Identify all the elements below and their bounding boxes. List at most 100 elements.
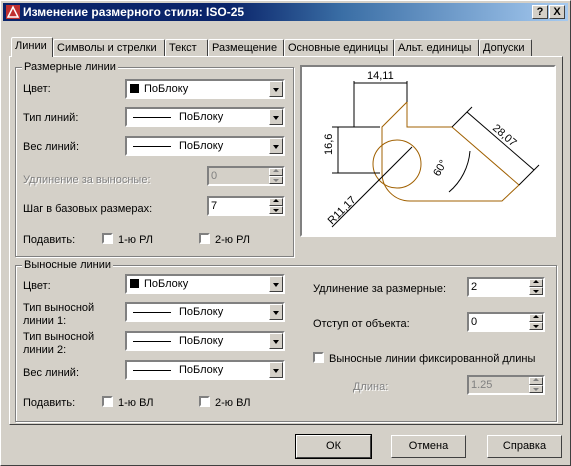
- angle-arc: [448, 150, 471, 193]
- ext-linetype1-select[interactable]: ПоБлоку: [125, 302, 285, 322]
- select-value: ПоБлоку: [144, 278, 189, 290]
- color-swatch: [130, 279, 139, 288]
- ok-button[interactable]: ОК: [295, 434, 372, 459]
- ext-lineweight-select[interactable]: ПоБлоку: [125, 360, 285, 380]
- tab-alt-units[interactable]: Альт. единицы: [394, 39, 479, 56]
- spinner-value: 2: [471, 281, 478, 293]
- ext-suppress-label: Подавить:: [23, 397, 76, 409]
- ext-linetype2-label-b: линии 2:: [23, 344, 67, 356]
- window-title: Изменение размерного стиля: ISO-25: [23, 5, 245, 19]
- suppress-ext-line1-label: 1-ю ВЛ: [118, 397, 154, 409]
- ext-linetype2-label-a: Тип выносной: [23, 331, 95, 343]
- line-sample: [133, 146, 171, 147]
- tab-label: Допуски: [483, 42, 525, 54]
- ext-offset-spinner[interactable]: 0: [467, 312, 545, 332]
- chevron-down-icon[interactable]: [269, 333, 283, 349]
- group-title: Размерные линии: [22, 61, 118, 73]
- dim-extend-spinner: 0: [207, 166, 285, 186]
- ext-extend-label: Удлинение за размерные:: [313, 283, 447, 295]
- chevron-down-icon[interactable]: [269, 109, 283, 125]
- tab-tolerances[interactable]: Допуски: [479, 39, 532, 56]
- spinner-value: 0: [471, 316, 478, 328]
- tab-fit[interactable]: Размещение: [208, 39, 284, 56]
- preview-circle: [372, 139, 422, 189]
- ext-extend-spinner[interactable]: 2: [467, 277, 545, 297]
- close-title-button[interactable]: X: [549, 5, 565, 19]
- spin-up-icon: [529, 377, 543, 385]
- ext-line: [518, 164, 540, 186]
- spin-down-icon[interactable]: [529, 322, 543, 330]
- dimension-preview: 14,11 16,6 28,07 60° R11,17: [300, 65, 556, 237]
- group-title: Выносные линии: [22, 259, 114, 271]
- line-sample: [133, 370, 171, 371]
- chevron-down-icon[interactable]: [269, 304, 283, 320]
- ext-offset-label: Отступ от объекта:: [313, 318, 410, 330]
- spinner-value: 1.25: [471, 379, 493, 391]
- ext-color-select[interactable]: ПоБлоку: [125, 274, 285, 294]
- chevron-down-icon[interactable]: [269, 81, 283, 97]
- help-title-button[interactable]: ?: [532, 5, 548, 19]
- suppress-ext-line2-label: 2-ю ВЛ: [215, 397, 251, 409]
- suppress-dim-line2-checkbox[interactable]: [199, 233, 210, 244]
- tab-symbols-arrows[interactable]: Символы и стрелки: [53, 39, 165, 56]
- dim-color-select[interactable]: ПоБлоку: [125, 79, 285, 99]
- preview-dim-angle: 60°: [431, 158, 450, 178]
- suppress-ext-line1-checkbox[interactable]: [102, 396, 113, 407]
- spinner-value: 7: [211, 200, 218, 212]
- select-value: ПоБлоку: [179, 140, 224, 152]
- select-value: ПоБлоку: [179, 306, 224, 318]
- preview-drawing: 14,11 16,6 28,07 60° R11,17: [323, 70, 540, 228]
- tab-lines[interactable]: Линии: [11, 37, 53, 57]
- dim-line-right: [466, 111, 535, 171]
- suppress-dim-line1-label: 1-ю РЛ: [118, 234, 154, 246]
- tab-label: Символы и стрелки: [57, 42, 157, 54]
- help-button[interactable]: Справка: [487, 435, 562, 458]
- line-sample: [133, 117, 171, 118]
- spin-down-icon[interactable]: [269, 206, 283, 214]
- chevron-down-icon[interactable]: [269, 362, 283, 378]
- ext-line: [451, 106, 473, 128]
- select-value: ПоБлоку: [179, 335, 224, 347]
- select-value: ПоБлоку: [144, 83, 189, 95]
- preview-dim-radius: R11,17: [326, 194, 359, 227]
- dim-suppress-label: Подавить:: [23, 234, 76, 246]
- dim-linetype-select[interactable]: ПоБлоку: [125, 107, 285, 127]
- tab-label: Альт. единицы: [398, 42, 472, 54]
- cancel-button[interactable]: Отмена: [391, 435, 466, 458]
- suppress-ext-line2-checkbox[interactable]: [199, 396, 210, 407]
- dim-lineweight-label: Вес линий:: [23, 141, 79, 153]
- chevron-down-icon[interactable]: [269, 138, 283, 154]
- dim-lineweight-select[interactable]: ПоБлоку: [125, 136, 285, 156]
- ext-linetype2-select[interactable]: ПоБлоку: [125, 331, 285, 351]
- spin-up-icon[interactable]: [529, 279, 543, 287]
- fixed-length-checkbox[interactable]: [313, 352, 324, 363]
- spinner-value: 0: [211, 170, 218, 182]
- suppress-dim-line1-checkbox[interactable]: [102, 233, 113, 244]
- spin-down-icon[interactable]: [529, 287, 543, 295]
- spin-up-icon[interactable]: [269, 198, 283, 206]
- dialog-window: Изменение размерного стиля: ISO-25 ? X Л…: [0, 0, 571, 466]
- line-sample: [133, 341, 171, 342]
- length-label: Длина:: [353, 381, 389, 393]
- select-value: ПоБлоку: [179, 364, 224, 376]
- dim-baseline-label: Шаг в базовых размерах:: [23, 203, 153, 215]
- tab-label: Размещение: [212, 42, 278, 54]
- dim-linetype-label: Тип линий:: [23, 112, 79, 124]
- select-value: ПоБлоку: [179, 111, 224, 123]
- spin-up-icon[interactable]: [529, 314, 543, 322]
- spin-down-icon: [529, 385, 543, 393]
- dim-baseline-spinner[interactable]: 7: [207, 196, 285, 216]
- tab-primary-units[interactable]: Основные единицы: [284, 39, 394, 56]
- ext-lineweight-label: Вес линий:: [23, 367, 79, 379]
- dim-color-label: Цвет:: [23, 83, 51, 95]
- tab-label: Текст: [169, 42, 197, 54]
- tab-text[interactable]: Текст: [165, 39, 208, 56]
- dim-extend-label: Удлинение за выносные:: [23, 174, 151, 186]
- suppress-dim-line2-label: 2-ю РЛ: [215, 234, 251, 246]
- spin-down-icon: [269, 176, 283, 184]
- ext-linetype1-label-b: линии 1:: [23, 315, 67, 327]
- line-sample: [133, 312, 171, 313]
- chevron-down-icon[interactable]: [269, 276, 283, 292]
- preview-dim-left: 16,6: [323, 134, 335, 155]
- length-spinner: 1.25: [467, 375, 545, 395]
